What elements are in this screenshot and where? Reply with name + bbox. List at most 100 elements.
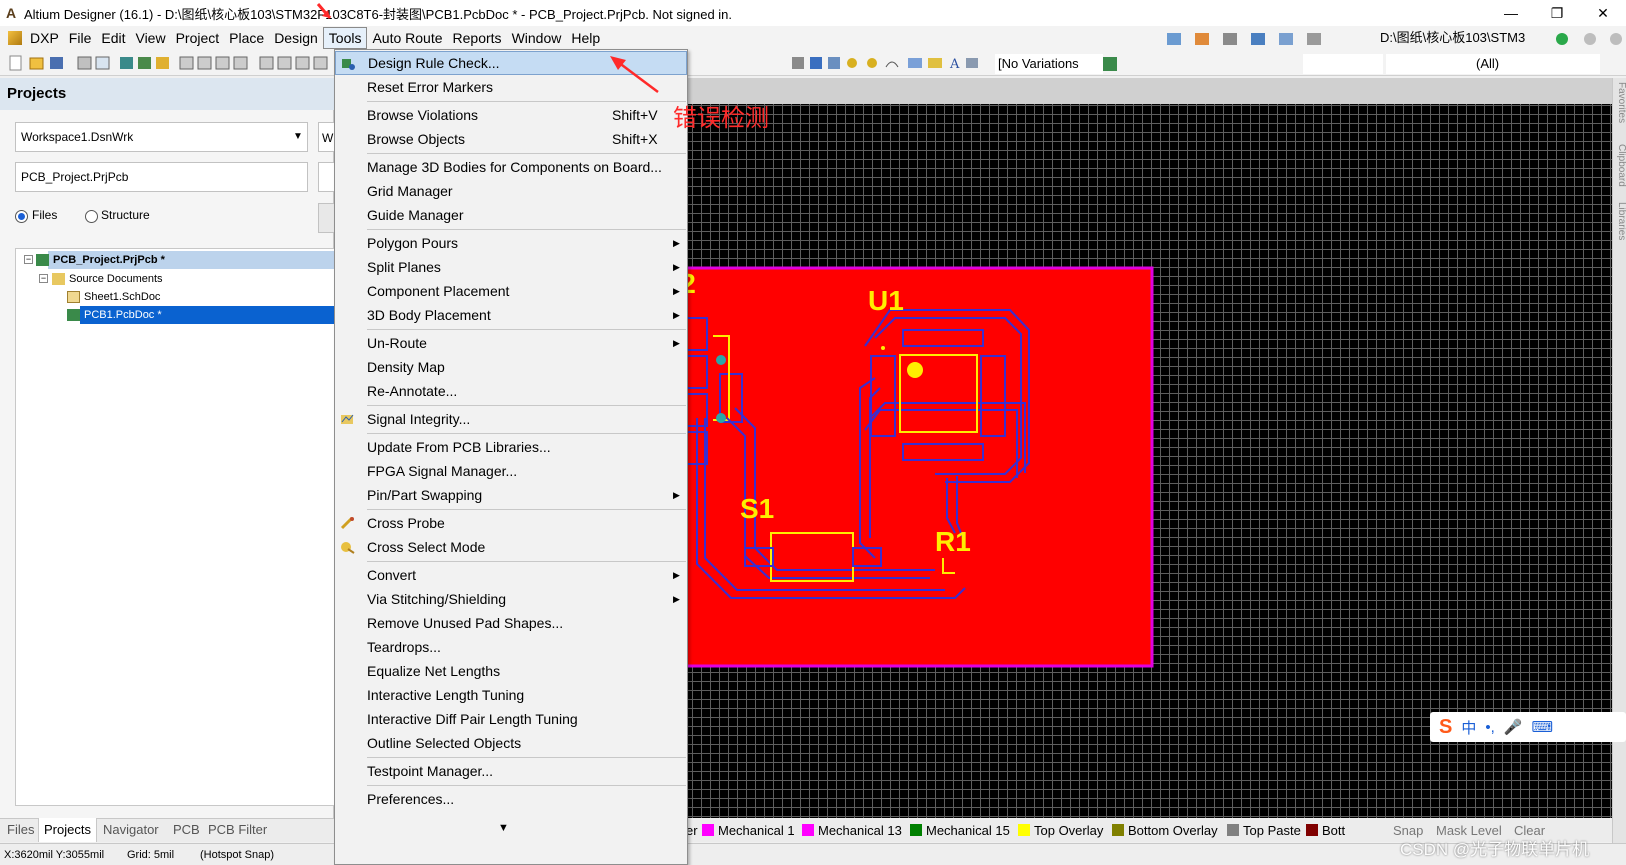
keyboard-icon[interactable]: ⌨: [1531, 718, 1553, 736]
menu-item-browse-violations[interactable]: Browse Violations Shift+V: [335, 103, 687, 127]
project-field[interactable]: PCB_Project.PrjPcb: [15, 162, 308, 192]
collapse-icon[interactable]: −: [39, 274, 48, 283]
file-toolbar-icons[interactable]: [8, 55, 338, 71]
menu-item-outline-selected-objects[interactable]: Outline Selected Objects: [335, 731, 687, 755]
pcb-board-drawing[interactable]: [665, 78, 1612, 818]
side-tab-favorites[interactable]: Favorites: [1613, 82, 1626, 123]
ime-language[interactable]: 中: [1461, 717, 1476, 738]
tab-pcb-filter[interactable]: PCB Filter: [203, 818, 272, 842]
pin1-dot: [881, 346, 885, 350]
workspace-button[interactable]: W: [318, 122, 334, 152]
document-path-combo[interactable]: D:\图纸\核心板103\STM3: [1380, 27, 1550, 49]
layer-tab-bottom[interactable]: Bott: [1306, 820, 1345, 842]
filter-all-combo[interactable]: (All): [1386, 54, 1600, 74]
menu-item-split-planes[interactable]: Split Planes ▶: [335, 255, 687, 279]
ime-toolbar[interactable]: S 中 •, 🎤 ⌨: [1430, 712, 1626, 742]
menu-item-re-annotate[interactable]: Re-Annotate...: [335, 379, 687, 403]
layer-tab-bottom-overlay[interactable]: Bottom Overlay: [1112, 820, 1218, 842]
structure-radio[interactable]: [85, 210, 98, 223]
menu-place[interactable]: Place: [224, 27, 269, 49]
workspace-combo[interactable]: Workspace1.DsnWrk: [15, 122, 308, 152]
tab-projects[interactable]: Projects: [38, 818, 97, 842]
menu-item-un-route[interactable]: Un-Route ▶: [335, 331, 687, 355]
submenu-arrow-icon: ▶: [673, 594, 680, 604]
watermark: CSDN @光子物联单片机: [1400, 840, 1590, 859]
files-radio[interactable]: [15, 210, 28, 223]
submenu-arrow-icon: ▶: [673, 490, 680, 500]
menu-item-density-map[interactable]: Density Map: [335, 355, 687, 379]
menu-item-diff-pair-length-tuning[interactable]: Interactive Diff Pair Length Tuning: [335, 707, 687, 731]
menu-item-fpga-signal-manager[interactable]: FPGA Signal Manager...: [335, 459, 687, 483]
menu-item-signal-integrity[interactable]: Signal Integrity...: [335, 407, 687, 431]
structure-radio-label: Structure: [101, 208, 150, 222]
layer-name: Top Paste: [1243, 823, 1301, 838]
menu-item-remove-unused-pad-shapes[interactable]: Remove Unused Pad Shapes...: [335, 611, 687, 635]
menu-item-equalize-net-lengths[interactable]: Equalize Net Lengths: [335, 659, 687, 683]
tree-item-pcbdoc[interactable]: PCB1.PcbDoc *: [84, 306, 162, 324]
menu-project[interactable]: Project: [171, 27, 225, 49]
chevron-down-icon[interactable]: ▼: [288, 122, 308, 152]
close-button[interactable]: ✕: [1580, 0, 1626, 26]
tree-item-schdoc[interactable]: Sheet1.SchDoc: [84, 288, 160, 306]
menu-item-manage-3d-bodies[interactable]: Manage 3D Bodies for Components on Board…: [335, 155, 687, 179]
layer-tab-mechanical-15[interactable]: Mechanical 15: [910, 820, 1010, 842]
layer-tab-top-paste[interactable]: Top Paste: [1227, 820, 1301, 842]
nav-buttons[interactable]: [1554, 31, 1624, 47]
designator-s1[interactable]: S1: [740, 493, 774, 525]
menu-item-via-stitching[interactable]: Via Stitching/Shielding ▶: [335, 587, 687, 611]
project-button[interactable]: [318, 162, 334, 192]
grid-size: Grid: 5mil: [127, 849, 175, 861]
menu-item-3d-body-placement[interactable]: 3D Body Placement ▶: [335, 303, 687, 327]
menu-edit[interactable]: Edit: [96, 27, 130, 49]
restore-button[interactable]: ❐: [1534, 0, 1580, 26]
tab-files[interactable]: Files: [2, 818, 39, 842]
collapse-icon[interactable]: −: [24, 255, 33, 264]
menu-item-preferences[interactable]: Preferences...: [335, 787, 687, 811]
dxp-icon: [8, 31, 22, 45]
menu-item-grid-manager[interactable]: Grid Manager: [335, 179, 687, 203]
menu-item-cross-probe[interactable]: Cross Probe: [335, 511, 687, 535]
tab-pcb[interactable]: PCB: [168, 818, 205, 842]
toolbar-icons-group[interactable]: [1165, 30, 1375, 48]
designator-r1[interactable]: R1: [935, 526, 971, 558]
side-tab-libraries[interactable]: Libraries: [1613, 202, 1626, 240]
submenu-arrow-icon: ▶: [673, 570, 680, 580]
menu-item-interactive-length-tuning[interactable]: Interactive Length Tuning: [335, 683, 687, 707]
variant-icon[interactable]: [1103, 57, 1117, 71]
shortcut: Shift+V: [612, 107, 658, 123]
layer-tab-mechanical-13[interactable]: Mechanical 13: [802, 820, 902, 842]
menu-separator: [367, 101, 686, 102]
menu-item-pin-part-swapping[interactable]: Pin/Part Swapping ▶: [335, 483, 687, 507]
ime-punctuation[interactable]: •,: [1485, 719, 1494, 736]
menu-item-component-placement[interactable]: Component Placement ▶: [335, 279, 687, 303]
menu-item-update-from-pcb-libraries[interactable]: Update From PCB Libraries...: [335, 435, 687, 459]
filter-combo-1[interactable]: [1303, 54, 1383, 74]
pcb-place-toolbar[interactable]: A: [790, 55, 990, 72]
tab-navigator[interactable]: Navigator: [98, 818, 164, 842]
layer-tab-top-overlay[interactable]: Top Overlay: [1018, 820, 1103, 842]
minimize-button[interactable]: —: [1488, 0, 1534, 26]
menu-item-testpoint-manager[interactable]: Testpoint Manager...: [335, 759, 687, 783]
layer-tab-mechanical-1[interactable]: Mechanical 1: [702, 820, 795, 842]
menu-item-browse-objects[interactable]: Browse Objects Shift+X: [335, 127, 687, 151]
variations-combo[interactable]: [No Variations: [995, 54, 1103, 74]
menu-item-polygon-pours[interactable]: Polygon Pours ▶: [335, 231, 687, 255]
panel-options-button[interactable]: [318, 203, 334, 233]
menu-dxp[interactable]: DXP: [25, 27, 64, 49]
menu-item-guide-manager[interactable]: Guide Manager: [335, 203, 687, 227]
side-tab-clipboard[interactable]: Clipboard: [1613, 144, 1626, 187]
menu-file[interactable]: File: [64, 27, 97, 49]
designator-u1[interactable]: U1: [868, 285, 904, 317]
menu-item-convert[interactable]: Convert ▶: [335, 563, 687, 587]
menu-view[interactable]: View: [130, 27, 170, 49]
menu-item-cross-select-mode[interactable]: Cross Select Mode: [335, 535, 687, 559]
cross-probe-icon: [340, 516, 354, 530]
tree-item-folder[interactable]: Source Documents: [69, 270, 163, 288]
folder-icon: [52, 273, 65, 285]
menu-item-teardrops[interactable]: Teardrops...: [335, 635, 687, 659]
menu-scroll-down-icon[interactable]: ▼: [498, 822, 509, 834]
projects-panel-title: Projects: [0, 78, 334, 110]
signal-integrity-icon: [341, 414, 354, 424]
tree-item-project[interactable]: PCB_Project.PrjPcb *: [53, 251, 165, 269]
microphone-icon[interactable]: 🎤: [1504, 718, 1523, 736]
